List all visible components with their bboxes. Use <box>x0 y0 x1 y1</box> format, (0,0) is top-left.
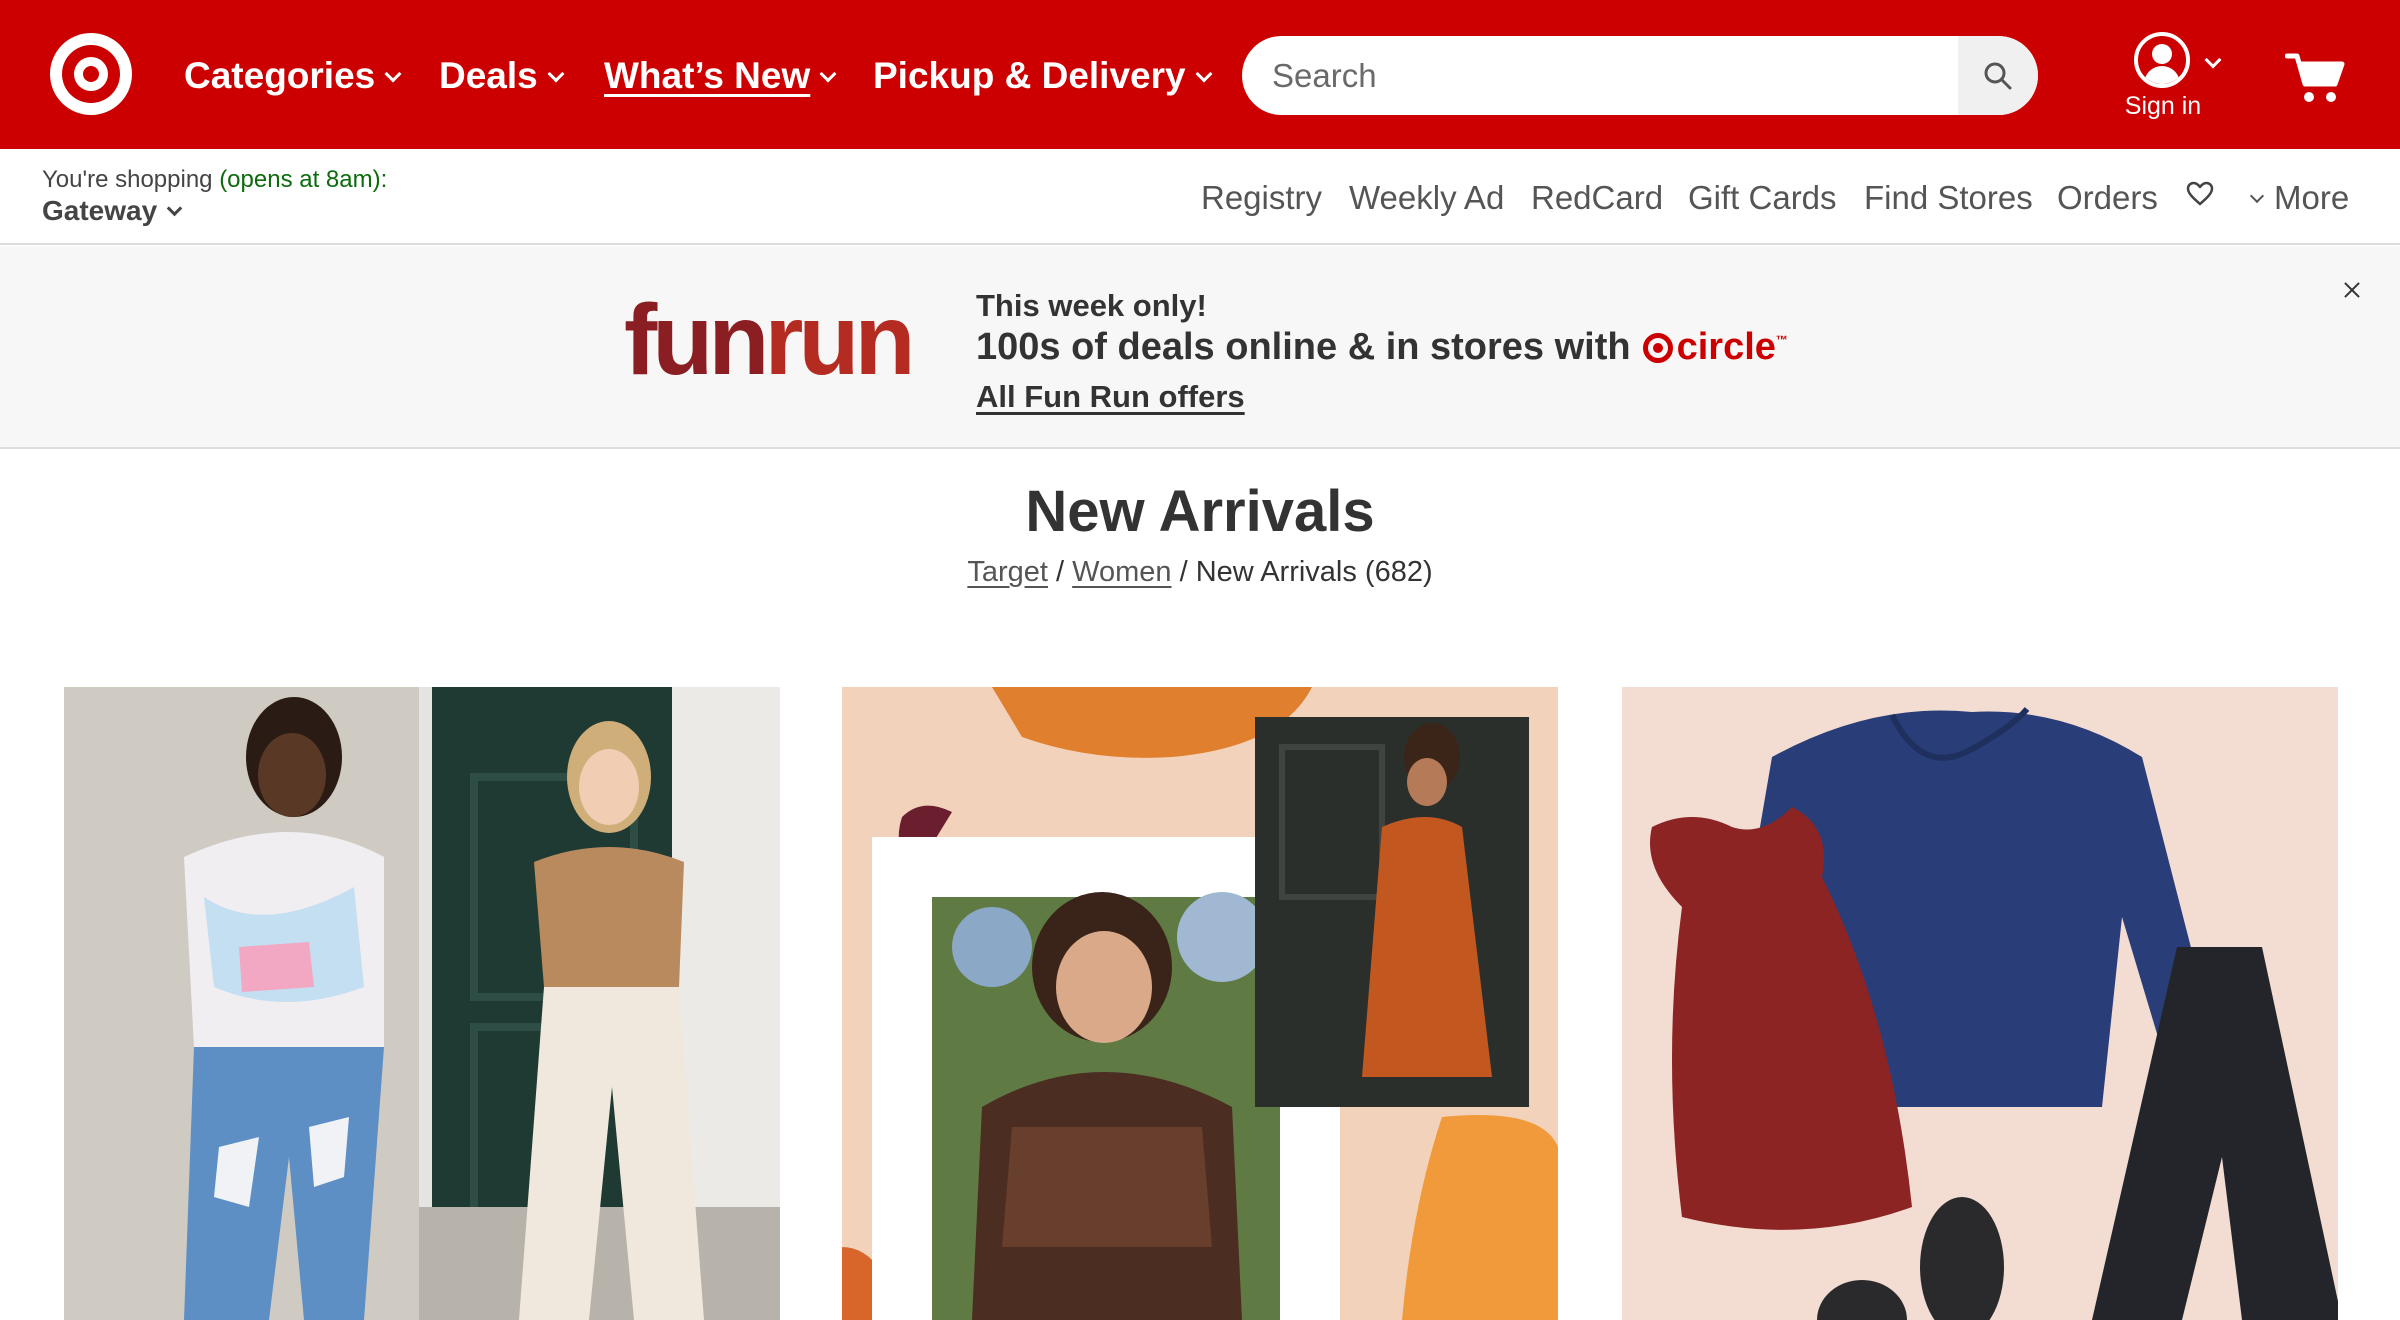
funrun-logo-fun: fun <box>624 284 769 396</box>
chevron-down-icon <box>2204 51 2222 69</box>
fun-run-offers-link[interactable]: All Fun Run offers <box>976 379 1245 415</box>
page-title: New Arrivals <box>1025 479 1375 544</box>
utility-bar: You're shopping (opens at 8am): Gateway … <box>0 149 2400 245</box>
nav-whats-new-label: What’s New <box>604 55 811 96</box>
account-icon-body <box>2144 66 2180 84</box>
circle-label: circle <box>1676 326 1776 368</box>
circle-logo: circle ™ <box>1642 326 1788 369</box>
bullseye-icon <box>1642 332 1673 363</box>
link-gift-cards[interactable]: Gift Cards <box>1688 179 1837 217</box>
store-name: Gateway <box>42 195 158 226</box>
chevron-down-icon <box>547 65 565 83</box>
chevron-down-icon <box>2249 188 2265 204</box>
chevron-down-icon <box>166 200 183 216</box>
promo-tile-flatlay[interactable] <box>1622 687 2338 1320</box>
link-registry[interactable]: Registry <box>1201 179 1322 217</box>
nav-deals-label: Deals <box>439 55 538 96</box>
nav-categories[interactable]: Categories <box>184 52 402 100</box>
link-orders[interactable]: Orders <box>2057 179 2158 217</box>
search-bar <box>1242 36 2038 115</box>
more-label: More <box>2274 179 2350 216</box>
search-button[interactable] <box>1958 36 2038 115</box>
cart-icon[interactable] <box>2285 50 2345 106</box>
logo-ring <box>62 45 120 103</box>
nav-categories-label: Categories <box>184 55 376 96</box>
link-weekly-ad[interactable]: Weekly Ad <box>1349 179 1504 217</box>
shopping-store-note: You're shopping (opens at 8am): <box>42 166 387 194</box>
account-icon-head <box>2152 44 2172 64</box>
target-logo[interactable] <box>50 33 132 115</box>
promo-kicker: This week only! <box>976 288 1207 323</box>
chevron-down-icon <box>819 65 837 83</box>
logo-bullseye <box>83 66 99 82</box>
search-input[interactable] <box>1272 36 2038 115</box>
promo-banner: funrun This week only! 100s of deals onl… <box>0 246 2400 449</box>
promo-tile-outfits[interactable] <box>64 687 780 1320</box>
nav-whats-new[interactable]: What’s New <box>604 52 837 100</box>
global-header: Categories Deals What’s New Pickup & Del… <box>0 0 2400 149</box>
account-menu[interactable]: Sign in <box>2118 32 2222 124</box>
chevron-down-icon <box>384 65 402 83</box>
nav-deals[interactable]: Deals <box>439 52 565 100</box>
nav-pickup-delivery-label: Pickup & Delivery <box>873 55 1186 96</box>
nav-pickup-delivery[interactable]: Pickup & Delivery <box>873 52 1213 100</box>
breadcrumb-women[interactable]: Women <box>1072 556 1171 588</box>
more-menu[interactable]: More <box>2249 179 2350 217</box>
flatlay-photo <box>1622 687 2338 1320</box>
chevron-down-icon <box>1195 65 1213 83</box>
heart-icon[interactable] <box>2186 181 2214 207</box>
promo-headline: 100s of deals online & in stores with <box>976 326 1631 368</box>
store-selector[interactable]: Gateway <box>42 195 183 227</box>
link-find-stores[interactable]: Find Stores <box>1864 179 2033 217</box>
link-redcard[interactable]: RedCard <box>1531 179 1663 217</box>
trademark: ™ <box>1775 332 1788 347</box>
promo-headline-row: 100s of deals online & in stores with ci… <box>976 326 1788 369</box>
breadcrumb-separator: / <box>1179 556 1188 588</box>
funrun-logo: funrun <box>624 290 916 390</box>
breadcrumb: Target / Women / New Arrivals (682) <box>0 556 2400 589</box>
account-icon <box>2134 32 2190 88</box>
close-icon[interactable] <box>2340 278 2364 302</box>
promo-tile-collage[interactable] <box>842 687 1558 1320</box>
logo-gap <box>74 57 108 91</box>
collage-photo <box>842 687 1558 1320</box>
breadcrumb-separator: / <box>1056 556 1065 588</box>
funrun-logo-run: run <box>764 284 915 396</box>
breadcrumb-current: New Arrivals (682) <box>1195 556 1433 588</box>
sign-in-label: Sign in <box>2124 92 2202 120</box>
outfits-photo <box>64 687 780 1320</box>
store-opening-status: (opens at 8am): <box>219 166 388 193</box>
search-icon <box>1984 62 2012 89</box>
shopping-prefix: You're shopping <box>42 166 213 193</box>
breadcrumb-target[interactable]: Target <box>967 556 1048 588</box>
